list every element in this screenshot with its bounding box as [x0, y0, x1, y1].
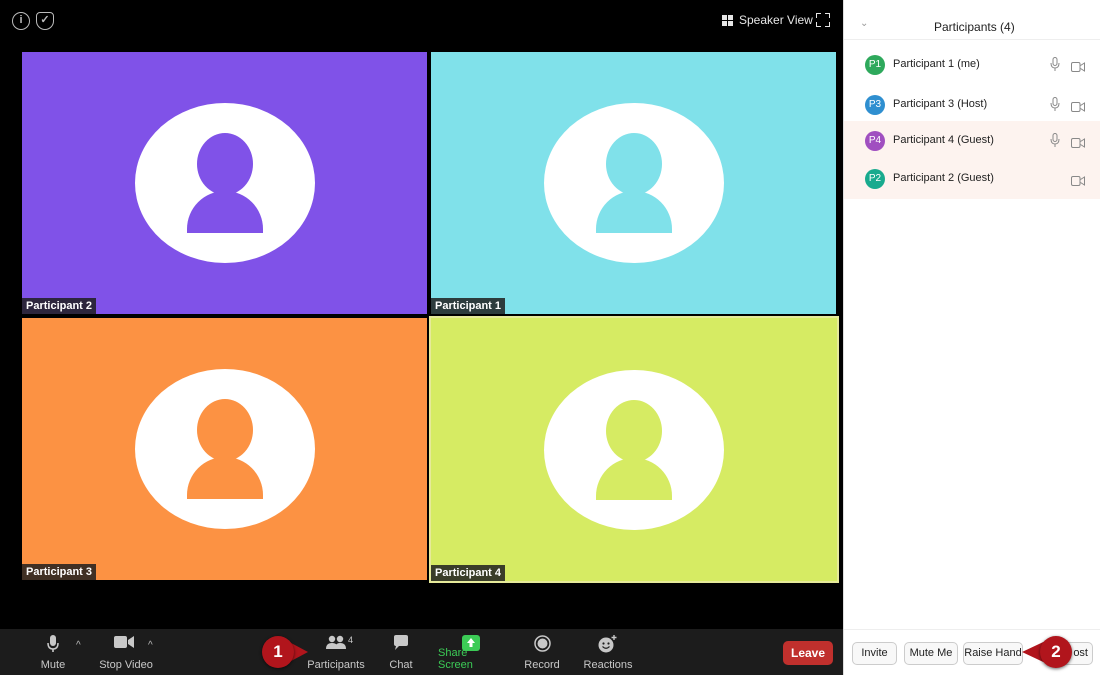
panel-header: ⌄ Participants (4)	[844, 0, 1100, 40]
panel-title: Participants (4)	[934, 20, 1015, 34]
video-camera-icon[interactable]	[1071, 59, 1085, 77]
leave-button[interactable]: Leave	[783, 641, 833, 665]
participants-label: Participants	[307, 659, 365, 671]
microphone-icon[interactable]	[1050, 57, 1060, 77]
participant-badge: P1	[865, 55, 885, 75]
callout-marker: 1	[262, 636, 294, 668]
participant-name: Participant 4 (Guest)	[893, 134, 994, 146]
chevron-up-icon[interactable]: ^	[76, 640, 81, 651]
record-icon	[533, 635, 551, 652]
record-button[interactable]: Record	[522, 629, 562, 675]
video-tile-active-speaker[interactable]: Participant 4	[429, 316, 839, 583]
chevron-up-icon[interactable]: ^	[148, 640, 153, 651]
video-camera-icon	[114, 636, 134, 648]
record-label: Record	[524, 659, 560, 671]
chevron-down-icon[interactable]: ⌄	[860, 18, 868, 29]
avatar	[134, 369, 315, 529]
chat-bubble-icon	[394, 635, 408, 650]
reactions-label: Reactions	[583, 659, 633, 671]
video-tile[interactable]: Participant 3	[22, 318, 427, 580]
participant-name: Participant 2 (Guest)	[893, 172, 994, 184]
tile-name-label: Participant 4	[431, 565, 506, 581]
participants-button[interactable]: 4 Participants	[306, 629, 366, 675]
microphone-icon[interactable]	[1050, 133, 1060, 153]
video-camera-icon[interactable]	[1071, 135, 1085, 153]
info-icon[interactable]: i	[12, 12, 30, 30]
tile-name-label: Participant 2	[22, 298, 97, 314]
meeting-toolbar: Mute ^ Stop Video ^ 4 Participants Chat	[0, 629, 843, 675]
chat-button[interactable]: Chat	[386, 629, 416, 675]
participant-row[interactable]: P4 Participant 4 (Guest)	[844, 121, 1100, 161]
video-tile[interactable]: Participant 1	[431, 52, 836, 314]
participant-name: Participant 3 (Host)	[893, 98, 988, 110]
mute-button[interactable]: Mute	[38, 629, 68, 675]
microphone-icon	[47, 635, 59, 652]
people-icon	[326, 635, 346, 649]
invite-button[interactable]: Invite	[852, 642, 897, 665]
chat-label: Chat	[389, 659, 413, 671]
mute-label: Mute	[40, 659, 66, 671]
participant-badge: P2	[865, 169, 885, 189]
participant-row[interactable]: P2 Participant 2 (Guest)	[844, 159, 1100, 199]
participant-name: Participant 1 (me)	[893, 58, 980, 70]
participants-panel: ⌄ Participants (4) P1 Participant 1 (me)…	[843, 0, 1100, 675]
meeting-view: i ✓ Speaker View Participant 2 Participa…	[0, 0, 843, 675]
avatar	[544, 369, 724, 530]
shield-icon[interactable]: ✓	[36, 12, 54, 30]
participant-badge: P4	[865, 131, 885, 151]
callout-marker: 2	[1040, 636, 1072, 668]
video-camera-icon[interactable]	[1071, 173, 1085, 191]
video-tile[interactable]: Participant 2	[22, 52, 427, 314]
participants-icon-group: 4	[326, 635, 353, 649]
participant-row[interactable]: P3 Participant 3 (Host)	[844, 85, 1100, 125]
tile-name-label: Participant 1	[431, 298, 506, 314]
participants-count: 4	[348, 635, 354, 645]
share-screen-icon	[462, 635, 480, 651]
grid-icon	[722, 14, 733, 26]
mute-me-button[interactable]: Mute Me	[904, 642, 958, 665]
tile-name-label: Participant 3	[22, 564, 97, 580]
video-camera-icon[interactable]	[1071, 99, 1085, 117]
speaker-view-label: Speaker View	[739, 13, 813, 27]
speaker-view-button[interactable]: Speaker View	[722, 13, 813, 27]
avatar	[134, 103, 315, 263]
emoji-add-icon	[598, 635, 617, 653]
participant-row[interactable]: P1 Participant 1 (me)	[844, 45, 1100, 85]
microphone-icon[interactable]	[1050, 97, 1060, 117]
avatar	[543, 103, 724, 263]
participant-badge: P3	[865, 95, 885, 115]
share-screen-button[interactable]: Share Screen	[438, 629, 504, 675]
stop-video-button[interactable]: Stop Video	[96, 629, 156, 675]
raise-hand-button[interactable]: Raise Hand	[963, 642, 1023, 665]
fullscreen-icon[interactable]	[816, 13, 830, 27]
reactions-button[interactable]: Reactions	[583, 629, 633, 675]
stop-video-label: Stop Video	[99, 659, 153, 671]
